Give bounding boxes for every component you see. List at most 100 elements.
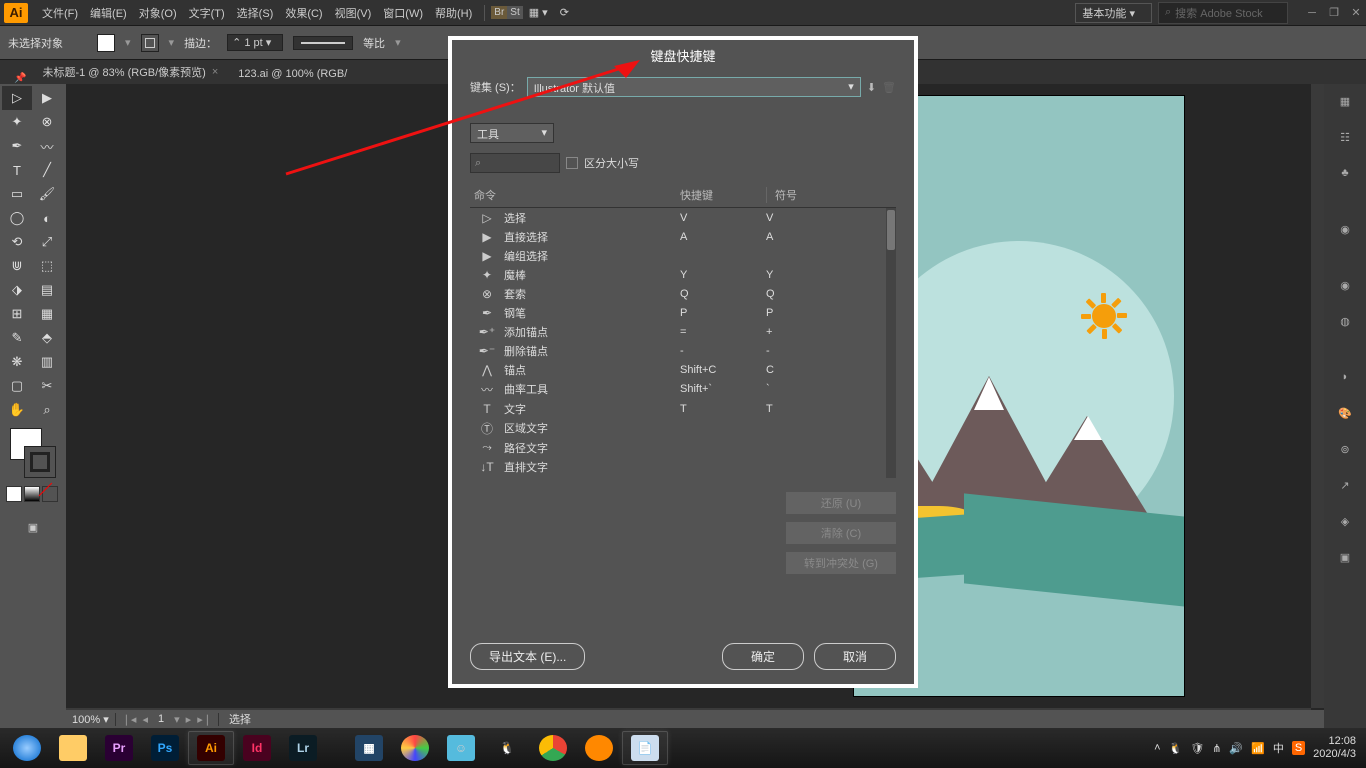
stroke-weight-input[interactable]: ⌃ 1 pt ▾ [227,34,283,51]
search-input[interactable]: ⌕ [470,153,560,173]
lasso-tool[interactable]: ⊗ [32,110,62,134]
screen-mode[interactable]: ▣ [20,514,46,540]
curvature-tool[interactable]: 〰 [32,134,62,158]
tb-lightroom[interactable]: Lr [280,731,326,765]
table-row[interactable]: ▶直接选择AA [470,227,896,246]
panel-libraries-icon[interactable]: ☷ [1334,126,1356,148]
selection-tool[interactable]: ▷ [2,86,32,110]
table-row[interactable]: 〰曲率工具Shift+`` [470,379,896,399]
panel-properties-icon[interactable]: ▦ [1334,90,1356,112]
table-row[interactable]: T文字TT [470,399,896,418]
table-row[interactable]: ↓T直排文字 [470,457,896,476]
stroke-profile[interactable] [293,36,353,50]
panel-export-icon[interactable]: ↗ [1334,474,1356,496]
tb-illustrator[interactable]: Ai [188,731,234,765]
tb-chrome[interactable] [530,731,576,765]
table-row[interactable]: ✦魔棒YY [470,265,896,284]
tray-sogou-icon[interactable]: S [1292,741,1305,755]
type-tool[interactable]: T [2,158,32,182]
tray-ime-icon[interactable]: 中 [1273,740,1284,756]
table-row[interactable]: Ⓣ直排区域文字 [470,476,896,478]
panel-swatches-icon[interactable]: ◍ [1334,310,1356,332]
eraser-tool[interactable]: ◐ [32,206,62,230]
fill-swatch[interactable] [97,34,115,52]
shortcut-list[interactable]: ▷选择VV▶直接选择AA▶编组选择✦魔棒YY⊗套索QQ✒钢笔PP✒⁺添加锚点=+… [470,208,896,478]
direct-selection-tool[interactable]: ▶ [32,86,62,110]
table-row[interactable]: ▶编组选择 [470,246,896,265]
artboard-nav[interactable]: ❘◂◂1▾▸▸❘ [116,713,219,726]
set-select[interactable]: Illustrator 默认值 ▾ [527,77,861,97]
table-row[interactable]: Ⓣ区域文字 [470,418,896,438]
gpu-icon[interactable]: ⟳ [554,6,575,19]
gradient-tool[interactable]: ▦ [32,302,62,326]
paintbrush-tool[interactable]: 🖌 [32,182,62,206]
magic-wand-tool[interactable]: ✦ [2,110,32,134]
scale-tool[interactable]: ⤢ [32,230,62,254]
menu-type[interactable]: 文字(T) [183,5,231,21]
graph-tool[interactable]: ▥ [32,350,62,374]
line-tool[interactable]: ╱ [32,158,62,182]
zoom-tool[interactable]: ⌕ [32,398,62,422]
match-case-checkbox[interactable] [566,157,578,169]
workspace-select[interactable]: 基本功能 ▾ [1075,3,1152,23]
table-row[interactable]: ⋀锚点Shift+CC [470,360,896,379]
tb-premiere[interactable]: Pr [96,731,142,765]
rotate-tool[interactable]: ⟲ [2,230,32,254]
tb-notepad[interactable]: 📄 [622,731,668,765]
tray-shield-icon[interactable]: 🛡 [1190,742,1204,755]
panel-layers-icon[interactable]: ◈ [1334,510,1356,532]
tray-bt-icon[interactable]: ⋔ [1212,742,1221,755]
symbol-sprayer-tool[interactable]: ❋ [2,350,32,374]
tb-qq[interactable]: 🐧 [484,731,530,765]
color-modes[interactable] [2,486,64,502]
table-row[interactable]: ⤳路径文字 [470,438,896,457]
panel-color-icon[interactable]: ◉ [1334,274,1356,296]
panel-cc-icon[interactable]: ◉ [1334,218,1356,240]
tray-wifi-icon[interactable]: 📶 [1251,742,1265,755]
panel-shape-icon[interactable]: ◗ [1334,366,1356,388]
artboard-tool[interactable]: ▢ [2,374,32,398]
panel-gradient-icon[interactable]: 🎨 [1334,402,1356,424]
doc-tab-1[interactable]: 未标题-1 @ 83% (RGB/像素预览)× [32,60,228,84]
perspective-tool[interactable]: ▤ [32,278,62,302]
menu-file[interactable]: 文件(F) [36,5,84,21]
menu-help[interactable]: 帮助(H) [429,5,478,21]
tb-photoshop[interactable]: Ps [142,731,188,765]
shaper-tool[interactable]: ◯ [2,206,32,230]
pin-icon[interactable]: 📌 [14,73,26,84]
eyedropper-tool[interactable]: ✎ [2,326,32,350]
uniform-label[interactable]: 等比 [363,35,385,51]
menu-select[interactable]: 选择(S) [231,5,280,21]
menu-object[interactable]: 对象(O) [133,5,183,21]
table-row[interactable]: ✒钢笔PP [470,303,896,322]
panel-brushes-icon[interactable]: ♣ [1334,162,1356,184]
rectangle-tool[interactable]: ▭ [2,182,32,206]
table-row[interactable]: ✒⁻删除锚点-- [470,341,896,360]
list-scrollbar[interactable] [886,208,896,478]
stroke-swatch[interactable] [141,34,159,52]
width-tool[interactable]: ⋓ [2,254,32,278]
tray-chevron-icon[interactable]: ˄ [1154,742,1160,754]
stock-icon[interactable]: St [507,6,522,19]
cancel-button[interactable]: 取消 [814,643,896,670]
zoom-select[interactable]: 100% ▾ [66,713,116,726]
bridge-icon[interactable]: Br [491,6,507,19]
slice-tool[interactable]: ✂ [32,374,62,398]
tb-browser[interactable] [4,731,50,765]
blend-tool[interactable]: ⬘ [32,326,62,350]
tb-explorer[interactable] [50,731,96,765]
table-row[interactable]: ▷选择VV [470,208,896,227]
mesh-tool[interactable]: ⊞ [2,302,32,326]
shape-builder-tool[interactable]: ⬗ [2,278,32,302]
ok-button[interactable]: 确定 [722,643,804,670]
tray-qq-icon[interactable]: 🐧 [1169,742,1183,755]
menu-effect[interactable]: 效果(C) [279,5,328,21]
save-set-icon[interactable]: ⬇ [867,81,876,94]
system-tray[interactable]: ˄ 🐧 🛡 ⋔ 🔊 📶 中 S 12:08 2020/4/3 [1154,735,1362,760]
window-restore[interactable]: ❐ [1328,7,1340,19]
table-row[interactable]: ✒⁺添加锚点=+ [470,322,896,341]
tray-volume-icon[interactable]: 🔊 [1229,742,1243,755]
tb-app3[interactable]: ☺ [438,731,484,765]
pen-tool[interactable]: ✒ [2,134,32,158]
free-transform-tool[interactable]: ⬚ [32,254,62,278]
